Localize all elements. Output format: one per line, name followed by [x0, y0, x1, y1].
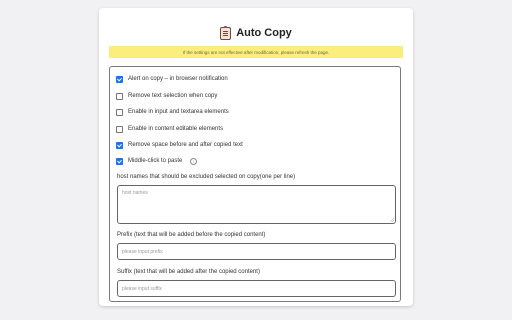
resize-handle-icon[interactable]: [390, 218, 394, 222]
checkbox[interactable]: [116, 92, 123, 100]
exclusion-label: host names that should be excluded selec…: [117, 174, 296, 180]
option-enable-input-textarea[interactable]: Enable in input and textarea elements: [116, 107, 229, 117]
checkbox[interactable]: [116, 108, 123, 116]
prefix-placeholder: please input prefix: [122, 248, 163, 255]
option-label: Remove space before and after copied tex…: [128, 142, 243, 148]
option-label: Middle-click to paste: [128, 158, 183, 164]
prefix-input[interactable]: please input prefix: [117, 243, 396, 260]
exclusion-placeholder: host names: [122, 190, 148, 196]
suffix-label: Suffix (text that will be added after th…: [117, 269, 260, 275]
checkbox[interactable]: [116, 141, 123, 149]
exclusion-textarea[interactable]: host names: [117, 185, 396, 224]
settings-panel: Alert on copy – in browser notification …: [109, 66, 401, 302]
option-middle-click-paste[interactable]: Middle-click to paste i: [116, 156, 198, 166]
checkbox[interactable]: [116, 75, 123, 83]
option-label: Enable in content editable elements: [128, 126, 224, 132]
suffix-input[interactable]: please input suffix: [117, 280, 396, 297]
option-enable-contenteditable[interactable]: Enable in content editable elements: [116, 124, 223, 134]
option-remove-space[interactable]: Remove space before and after copied tex…: [116, 140, 243, 150]
option-label: Alert on copy – in browser notification: [128, 76, 228, 82]
prefix-label: Prefix (text that will be added before t…: [117, 232, 266, 238]
header: Auto Copy: [99, 22, 413, 44]
option-label: Enable in input and textarea elements: [128, 109, 229, 115]
refresh-notice: If the settings are not effective after …: [109, 46, 403, 58]
page-title: Auto Copy: [236, 27, 292, 39]
info-icon[interactable]: i: [190, 157, 198, 165]
checkbox[interactable]: [116, 125, 123, 133]
options-card: Auto Copy If the settings are not effect…: [99, 8, 413, 306]
option-alert-on-copy[interactable]: Alert on copy – in browser notification: [116, 74, 228, 84]
option-label: Remove text selection when copy: [128, 93, 218, 99]
clipboard-icon: [220, 25, 232, 40]
suffix-placeholder: please input suffix: [122, 285, 162, 292]
option-remove-selection[interactable]: Remove text selection when copy: [116, 91, 217, 101]
checkbox[interactable]: [116, 157, 123, 165]
